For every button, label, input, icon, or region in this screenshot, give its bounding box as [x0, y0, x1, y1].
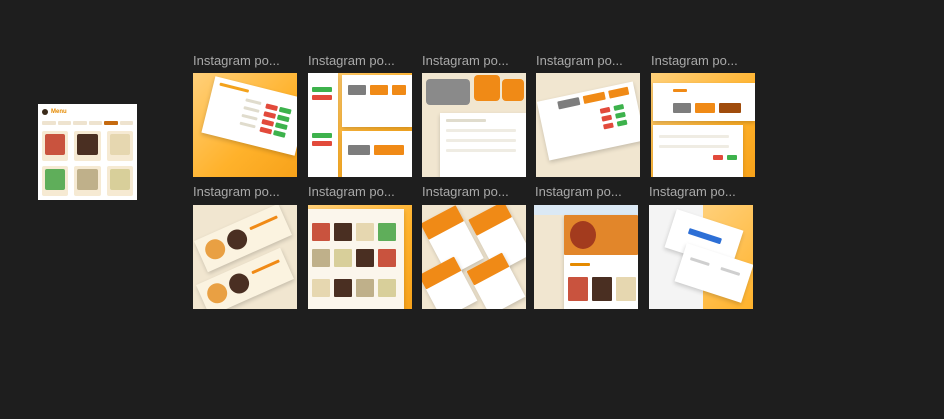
menu-mockup — [308, 209, 404, 309]
menu-card — [42, 166, 69, 196]
design-canvas[interactable]: Menu Instagram po... Instagram po... Ins… — [0, 0, 944, 419]
frame-thumbnail[interactable] — [534, 205, 638, 309]
frame-thumbnail[interactable] — [308, 205, 412, 309]
menu-card — [106, 166, 133, 196]
card-mockup — [474, 75, 500, 101]
web-mockup — [564, 215, 638, 309]
menu-card — [74, 131, 101, 161]
frame-label[interactable]: Instagram po... — [535, 184, 641, 199]
frame-thumbnail[interactable] — [651, 73, 755, 177]
frame-label[interactable]: Instagram po... — [193, 53, 299, 68]
menu-tab — [88, 121, 102, 125]
frame-thumbnail[interactable] — [308, 73, 412, 177]
frame-thumbnail[interactable] — [536, 73, 640, 177]
menu-frame[interactable]: Menu — [38, 104, 137, 200]
frame-thumbnail[interactable] — [422, 205, 526, 309]
frame-label[interactable]: Instagram po... — [536, 53, 642, 68]
frame-label[interactable]: Instagram po... — [422, 53, 528, 68]
table-mockup — [440, 113, 526, 177]
menu-tab — [73, 121, 87, 125]
menu-tab — [119, 121, 133, 125]
frame-label[interactable]: Instagram po... — [193, 184, 299, 199]
panel-mockup — [342, 131, 412, 177]
sidebar-mockup — [308, 73, 338, 177]
menu-frame-tabs — [42, 121, 133, 125]
menu-frame-header: Menu — [42, 107, 133, 117]
frame-thumbnail[interactable] — [193, 205, 297, 309]
menu-card — [42, 131, 69, 161]
menu-tab-active — [104, 121, 118, 125]
card-mockup — [502, 79, 524, 101]
menu-frame-title: Menu — [51, 109, 67, 115]
dashboard-mockup — [536, 81, 640, 161]
panel-mockup — [342, 75, 412, 127]
frame-label[interactable]: Instagram po... — [422, 184, 528, 199]
menu-tab — [42, 121, 56, 125]
dashboard-mockup — [201, 76, 297, 156]
frame-thumbnail[interactable] — [422, 73, 526, 177]
menu-tab — [57, 121, 71, 125]
browser-bar — [534, 205, 638, 215]
frame-label[interactable]: Instagram po... — [308, 184, 414, 199]
frame-thumbnail[interactable] — [193, 73, 297, 177]
table-mockup — [653, 125, 743, 177]
frame-thumbnail[interactable] — [649, 205, 753, 309]
card-mockup — [426, 79, 470, 105]
menu-card — [74, 166, 101, 196]
frame-label[interactable]: Instagram po... — [308, 53, 414, 68]
panel-mockup — [653, 83, 755, 121]
frame-label[interactable]: Instagram po... — [649, 184, 755, 199]
menu-frame-grid — [42, 131, 133, 196]
menu-card — [106, 131, 133, 161]
frame-label[interactable]: Instagram po... — [651, 53, 757, 68]
logo-icon — [42, 109, 48, 115]
